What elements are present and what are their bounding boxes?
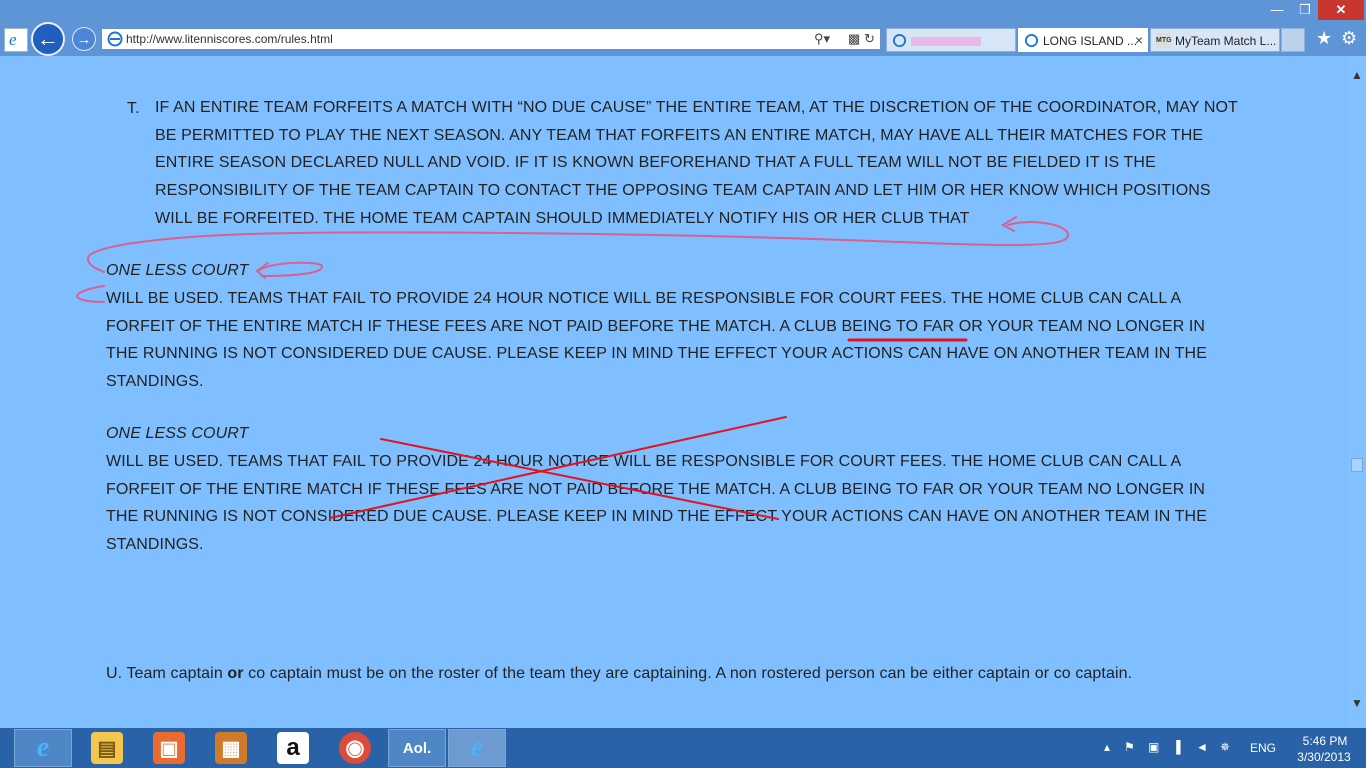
search-icon[interactable]: ⚲▾ [814, 31, 830, 47]
tab-label: MyTeam Match L... [1175, 34, 1277, 48]
system-tray: ▴ ⚑ ▣ ▐ ◄ ✵ ENG 5:46 PM 3/30/2013 [1100, 728, 1366, 768]
mtg-tab-icon: MTG [1156, 33, 1172, 48]
tools-gear-icon[interactable]: ⚙ [1341, 28, 1357, 49]
taskbar-chrome-button[interactable]: ◉ [326, 729, 384, 767]
pink-arrowhead-2 [255, 262, 269, 279]
ie-icon: e [4, 28, 28, 52]
minimize-button[interactable]: ― [1262, 0, 1292, 20]
compatibility-icon[interactable]: ▩ [848, 31, 860, 47]
page-icon [107, 31, 123, 47]
tab-label [911, 37, 981, 46]
taskbar-ie-button[interactable]: e [14, 729, 72, 767]
taskbar-media-button[interactable]: ▦ [202, 729, 260, 767]
svg-text:e: e [9, 30, 17, 49]
tab-myteam[interactable]: MTG MyTeam Match L... [1150, 28, 1280, 52]
court-fees-paragraph-duplicate: WILL BE USED. TEAMS THAT FAIL TO PROVIDE… [106, 453, 1207, 554]
tab-blurred[interactable] [886, 28, 1016, 52]
tab-label: LONG ISLAND ... [1043, 34, 1138, 48]
one-less-court-heading: ONE LESS COURT [106, 262, 249, 279]
new-tab-button[interactable] [1281, 28, 1305, 52]
close-window-button[interactable]: ✕ [1318, 0, 1364, 20]
network-icon[interactable]: ✵ [1220, 740, 1230, 754]
ie-tab-icon [1024, 33, 1039, 48]
scroll-thumb[interactable] [1351, 458, 1363, 472]
aol-icon: Aol. [402, 739, 432, 757]
page-content: T. IF AN ENTIRE TEAM FORFEITS A MATCH WI… [0, 56, 1348, 728]
taskbar-file-explorer-button[interactable]: ▤ [78, 729, 136, 767]
volume-icon[interactable]: ◄ [1196, 740, 1208, 754]
pink-left-bracket [75, 285, 105, 303]
ie-icon: e [36, 732, 50, 763]
browser-chrome: e ← → ⚲▾ ▩ ↻ LONG ISLAND ... × MTG MyTea… [0, 0, 1366, 56]
court-fees-paragraph: WILL BE USED. TEAMS THAT FAIL TO PROVIDE… [106, 290, 1207, 391]
signal-icon[interactable]: ▐ [1172, 740, 1181, 754]
restore-button[interactable]: ❐ [1292, 0, 1318, 20]
pink-loop-arrow [257, 261, 323, 277]
forward-button[interactable]: → [72, 27, 96, 51]
taskbar-photo-button[interactable]: ▣ [140, 729, 198, 767]
folder-icon: ▤ [91, 732, 123, 764]
clock-time[interactable]: 5:46 PM [1294, 734, 1356, 748]
device-icon[interactable]: ▣ [1148, 740, 1159, 754]
rule-u-bold: or [227, 665, 244, 682]
film-icon: ▦ [215, 732, 247, 764]
taskbar-amazon-button[interactable]: a [264, 729, 322, 767]
rule-u-prefix: U. Team captain [106, 665, 228, 682]
address-bar[interactable]: ⚲▾ ▩ ↻ [101, 28, 881, 50]
tab-long-island[interactable]: LONG ISLAND ... × [1018, 28, 1148, 52]
action-center-flag-icon[interactable]: ⚑ [1124, 740, 1135, 754]
one-less-court-heading-duplicate: ONE LESS COURT [106, 425, 249, 442]
ie-icon: e [470, 732, 484, 763]
rule-t-marker: T. [127, 100, 140, 117]
close-tab-icon[interactable]: × [1135, 32, 1143, 48]
chrome-icon: ◉ [339, 732, 371, 764]
clock-date[interactable]: 3/30/2013 [1288, 750, 1360, 764]
taskbar-ie-window-button[interactable]: e [448, 729, 506, 767]
refresh-icon[interactable]: ↻ [864, 31, 875, 47]
ie-tab-icon [892, 33, 907, 48]
scroll-down-icon[interactable]: ▼ [1348, 696, 1366, 710]
rule-u-text: U. Team captain or co captain must be on… [106, 660, 1206, 688]
url-input[interactable] [126, 31, 806, 47]
scroll-up-icon[interactable]: ▲ [1348, 68, 1366, 82]
back-button[interactable]: ← [31, 22, 65, 56]
taskbar: e ▤ ▣ ▦ a ◉ Aol. e ▴ ⚑ ▣ ▐ ◄ ✵ ENG 5:46 … [0, 728, 1366, 768]
show-hidden-icons-icon[interactable]: ▴ [1104, 740, 1110, 754]
language-indicator[interactable]: ENG [1250, 741, 1276, 755]
photo-icon: ▣ [153, 732, 185, 764]
taskbar-aol-button[interactable]: Aol. [388, 729, 446, 767]
favorites-star-icon[interactable]: ★ [1316, 28, 1332, 49]
amazon-icon: a [277, 732, 309, 764]
rule-t-text: IF AN ENTIRE TEAM FORFEITS A MATCH WITH … [155, 99, 1238, 227]
vertical-scrollbar[interactable]: ▲ ▼ [1348, 56, 1366, 728]
rule-u-suffix: co captain must be on the roster of the … [243, 665, 1133, 682]
